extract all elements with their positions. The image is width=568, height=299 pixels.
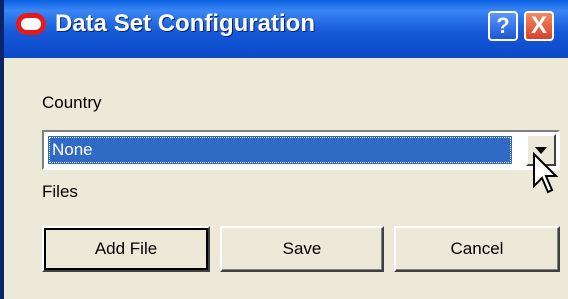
save-button[interactable]: Save xyxy=(220,226,384,272)
help-button[interactable]: ? xyxy=(488,11,518,41)
close-icon: X xyxy=(530,12,547,39)
window-title: Data Set Configuration xyxy=(55,10,316,37)
dialog-window: Data Set Configuration ? X Country None … xyxy=(0,0,568,299)
mouse-cursor-icon xyxy=(533,152,559,194)
help-icon: ? xyxy=(496,13,510,38)
title-bar[interactable]: Data Set Configuration ? X xyxy=(4,0,568,58)
add-file-button[interactable]: Add File xyxy=(42,226,210,272)
country-label: Country xyxy=(42,93,102,112)
country-dropdown[interactable]: None xyxy=(42,130,560,170)
country-selected-value[interactable]: None xyxy=(48,136,512,164)
cancel-button[interactable]: Cancel xyxy=(394,226,560,272)
close-button[interactable]: X xyxy=(524,11,554,41)
files-label: Files xyxy=(42,182,78,201)
oracle-logo-icon xyxy=(16,13,46,35)
